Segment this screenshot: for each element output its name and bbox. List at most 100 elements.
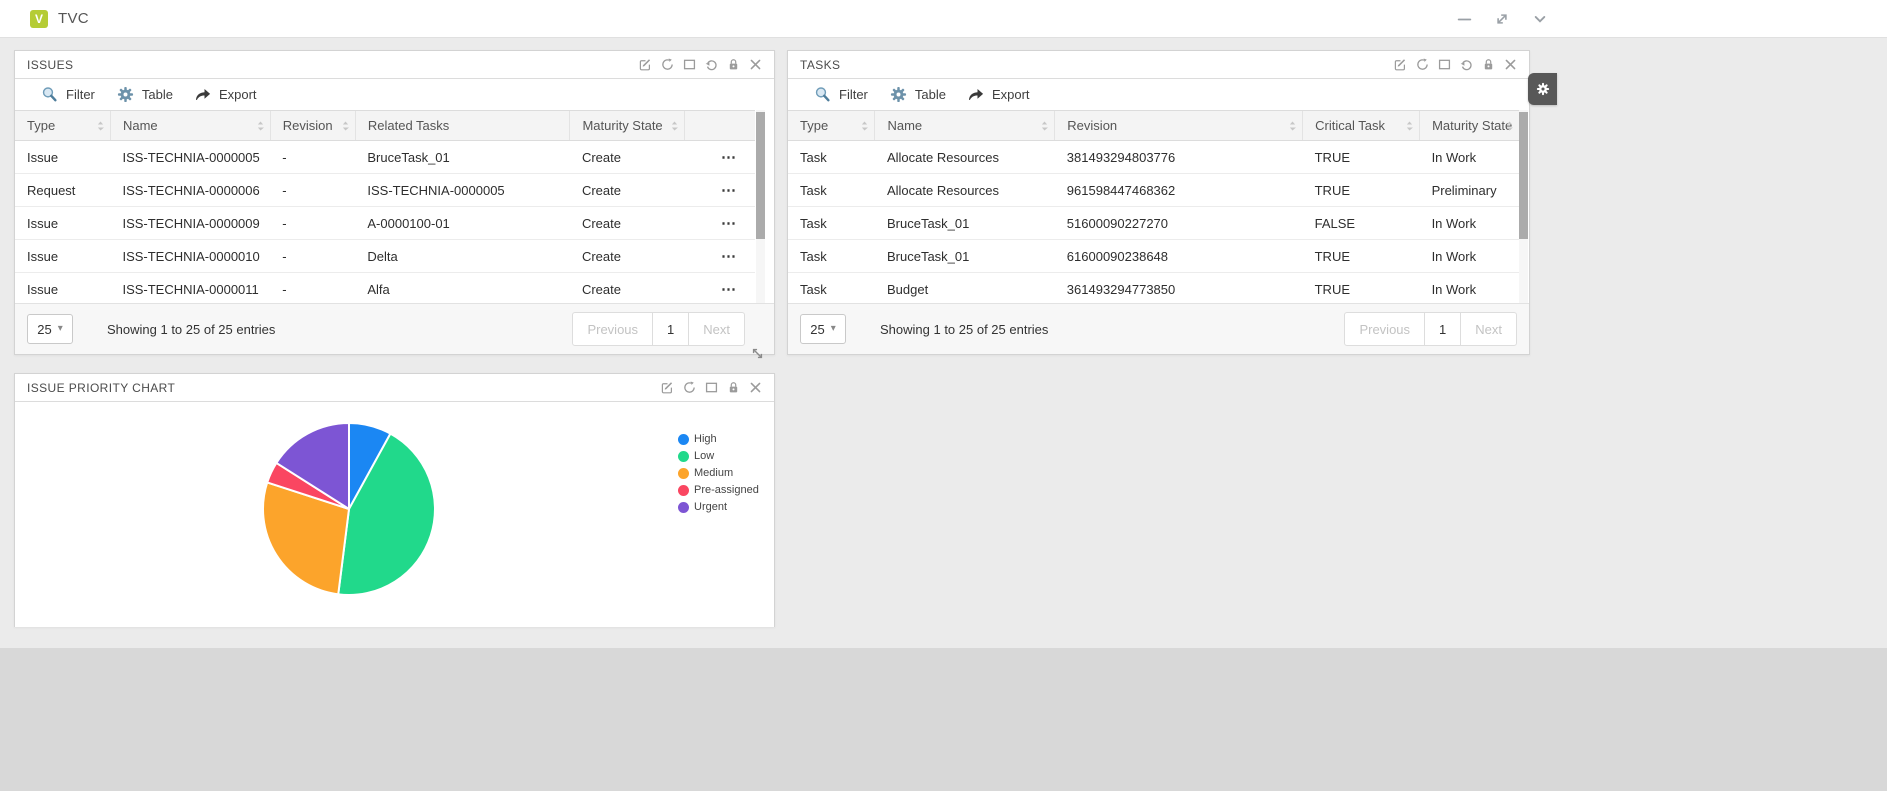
sort-icon — [861, 120, 868, 131]
tasks-panel-header[interactable]: TASKS — [788, 51, 1529, 79]
next-page-button[interactable]: Next — [1461, 313, 1516, 345]
toolbar-table-button[interactable]: Table — [117, 86, 173, 103]
legend-item-medium[interactable]: Medium — [678, 467, 759, 479]
undo-icon[interactable] — [1459, 58, 1473, 72]
refresh-icon[interactable] — [1415, 58, 1429, 72]
column-header-name[interactable]: Name — [875, 111, 1055, 141]
row-actions-button[interactable]: ⋯ — [721, 281, 737, 298]
close-icon[interactable] — [748, 381, 762, 395]
app-title: TVC — [58, 10, 89, 27]
chart-panel-header[interactable]: ISSUE PRIORITY CHART — [15, 374, 774, 402]
table-row[interactable]: IssueISS-TECHNIA-0000011-AlfaCreate⋯ — [15, 273, 755, 306]
close-icon[interactable] — [1503, 58, 1517, 72]
toolbar-export-button[interactable]: Export — [968, 87, 1030, 102]
legend-item-high[interactable]: High — [678, 433, 759, 445]
issues-panel-header[interactable]: ISSUES — [15, 51, 774, 79]
expand-icon[interactable] — [1494, 11, 1510, 27]
sort-icon — [97, 120, 104, 131]
column-label: Critical Task — [1315, 118, 1385, 133]
column-header-name[interactable]: Name — [110, 111, 270, 141]
panel-header-icons — [638, 58, 762, 72]
legend-item-urgent[interactable]: Urgent — [678, 501, 759, 513]
page-size-select[interactable]: 25 ▾ — [800, 314, 846, 344]
table-cell: Create — [570, 141, 685, 174]
issues-toolbar: Filter Table Export — [15, 79, 774, 110]
table-cell: BruceTask_01 — [875, 207, 1055, 240]
row-actions-button[interactable]: ⋯ — [721, 182, 737, 199]
edit-icon[interactable] — [660, 381, 674, 395]
previous-page-button[interactable]: Previous — [1345, 313, 1424, 345]
toolbar-export-button[interactable]: Export — [195, 87, 257, 102]
maximize-icon[interactable] — [704, 381, 718, 395]
column-label: Type — [800, 118, 828, 133]
table-row[interactable]: TaskBudget361493294773850TRUEIn Work — [788, 273, 1519, 306]
vertical-scrollbar[interactable] — [1519, 110, 1528, 305]
close-icon[interactable] — [748, 58, 762, 72]
panel-header-icons — [660, 381, 762, 395]
column-header-type[interactable]: Type — [788, 111, 875, 141]
page-number-button[interactable]: 1 — [652, 313, 689, 345]
table-cell: In Work — [1420, 141, 1519, 174]
column-header-maturity-state[interactable]: Maturity State — [1420, 111, 1519, 141]
toolbar-table-button[interactable]: Table — [890, 86, 946, 103]
table-row[interactable]: TaskAllocate Resources381493294803776TRU… — [788, 141, 1519, 174]
refresh-icon[interactable] — [660, 58, 674, 72]
lock-icon[interactable] — [726, 381, 740, 395]
maximize-icon[interactable] — [682, 58, 696, 72]
scrollbar-thumb[interactable] — [756, 112, 765, 239]
table-row[interactable]: IssueISS-TECHNIA-0000005-BruceTask_01Cre… — [15, 141, 755, 174]
vertical-scrollbar[interactable] — [756, 110, 765, 305]
table-row[interactable]: RequestISS-TECHNIA-0000006-ISS-TECHNIA-0… — [15, 174, 755, 207]
sort-icon — [1041, 120, 1048, 131]
toolbar-filter-button[interactable]: Filter — [41, 86, 95, 103]
scrollbar-thumb[interactable] — [1519, 112, 1528, 239]
table-cell: TRUE — [1303, 174, 1420, 207]
lock-icon[interactable] — [1481, 58, 1495, 72]
row-actions-button[interactable]: ⋯ — [721, 215, 737, 232]
row-actions-button[interactable]: ⋯ — [721, 149, 737, 166]
legend-item-pre-assigned[interactable]: Pre-assigned — [678, 484, 759, 496]
table-cell: Allocate Resources — [875, 174, 1055, 207]
row-actions-button[interactable]: ⋯ — [721, 248, 737, 265]
chart-body: High Low Medium Pre-assigned Urgent — [15, 402, 774, 627]
minimize-icon[interactable] — [1456, 11, 1472, 27]
table-row[interactable]: TaskAllocate Resources961598447468362TRU… — [788, 174, 1519, 207]
settings-tab-button[interactable] — [1528, 73, 1557, 105]
column-header-revision[interactable]: Revision — [270, 111, 355, 141]
panel-resize-handle[interactable] — [751, 347, 764, 360]
next-page-button[interactable]: Next — [689, 313, 744, 345]
sort-icon — [257, 120, 264, 131]
tasks-footer: 25 ▾ Showing 1 to 25 of 25 entries Previ… — [788, 303, 1529, 354]
maximize-icon[interactable] — [1437, 58, 1451, 72]
legend-swatch — [678, 485, 689, 496]
table-cell: 51600090227270 — [1055, 207, 1303, 240]
previous-page-button[interactable]: Previous — [573, 313, 652, 345]
page-size-select[interactable]: 25 ▾ — [27, 314, 73, 344]
table-row[interactable]: TaskBruceTask_0151600090227270FALSEIn Wo… — [788, 207, 1519, 240]
collapse-icon[interactable] — [1532, 11, 1548, 27]
toolbar-filter-button[interactable]: Filter — [814, 86, 868, 103]
issues-footer: 25 ▾ Showing 1 to 25 of 25 entries Previ… — [15, 303, 774, 354]
legend-item-low[interactable]: Low — [678, 450, 759, 462]
column-label: Name — [123, 118, 158, 133]
lock-icon[interactable] — [726, 58, 740, 72]
refresh-icon[interactable] — [682, 381, 696, 395]
column-header-critical-task[interactable]: Critical Task — [1303, 111, 1420, 141]
app-logo-letter: V — [35, 12, 43, 26]
legend-label: Urgent — [694, 501, 727, 513]
issues-panel: ISSUES Filter Table Export Type Name Revisio… — [14, 50, 775, 355]
table-cell: TRUE — [1303, 141, 1420, 174]
table-cell: Task — [788, 174, 875, 207]
column-header-revision[interactable]: Revision — [1055, 111, 1303, 141]
table-cell-actions: ⋯ — [685, 240, 755, 273]
table-row[interactable]: TaskBruceTask_0161600090238648TRUEIn Wor… — [788, 240, 1519, 273]
edit-icon[interactable] — [638, 58, 652, 72]
page-number-button[interactable]: 1 — [1424, 313, 1461, 345]
undo-icon[interactable] — [704, 58, 718, 72]
column-header-maturity-state[interactable]: Maturity State — [570, 111, 685, 141]
column-header-type[interactable]: Type — [15, 111, 110, 141]
edit-icon[interactable] — [1393, 58, 1407, 72]
export-icon — [968, 88, 984, 102]
table-row[interactable]: IssueISS-TECHNIA-0000010-DeltaCreate⋯ — [15, 240, 755, 273]
table-row[interactable]: IssueISS-TECHNIA-0000009-A-0000100-01Cre… — [15, 207, 755, 240]
